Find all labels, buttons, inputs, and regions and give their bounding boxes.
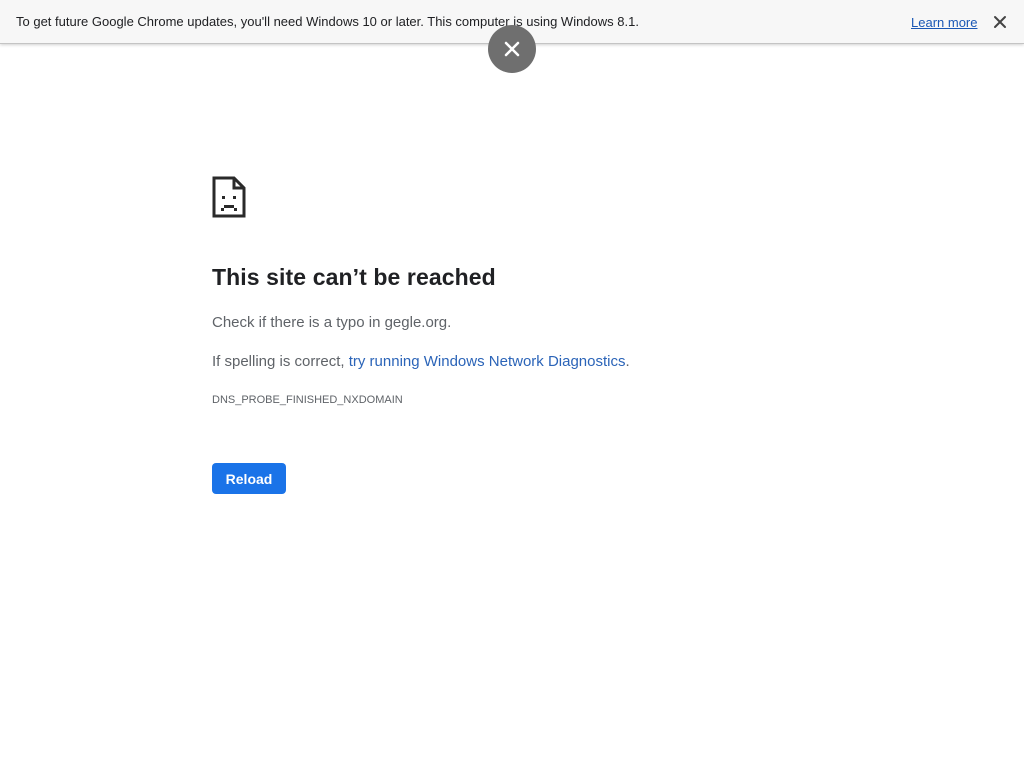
reload-button[interactable]: Reload <box>212 463 286 494</box>
overlay-close-button[interactable] <box>488 25 536 73</box>
learn-more-link[interactable]: Learn more <box>911 15 977 30</box>
sad-page-icon <box>212 176 246 218</box>
diagnostics-prefix: If spelling is correct, <box>212 353 349 370</box>
close-icon <box>504 41 520 57</box>
diagnostics-hint: If spelling is correct, try running Wind… <box>212 353 630 370</box>
error-code: DNS_PROBE_FINISHED_NXDOMAIN <box>212 394 403 406</box>
infobar-message: To get future Google Chrome updates, you… <box>16 14 639 29</box>
network-diagnostics-link[interactable]: try running Windows Network Diagnostics <box>349 353 626 370</box>
close-icon <box>994 16 1006 28</box>
typo-hint: Check if there is a typo in gegle.org. <box>212 314 452 331</box>
infobar-close-button[interactable] <box>990 12 1010 32</box>
diagnostics-suffix: . <box>625 353 630 370</box>
error-heading: This site can’t be reached <box>212 264 496 290</box>
